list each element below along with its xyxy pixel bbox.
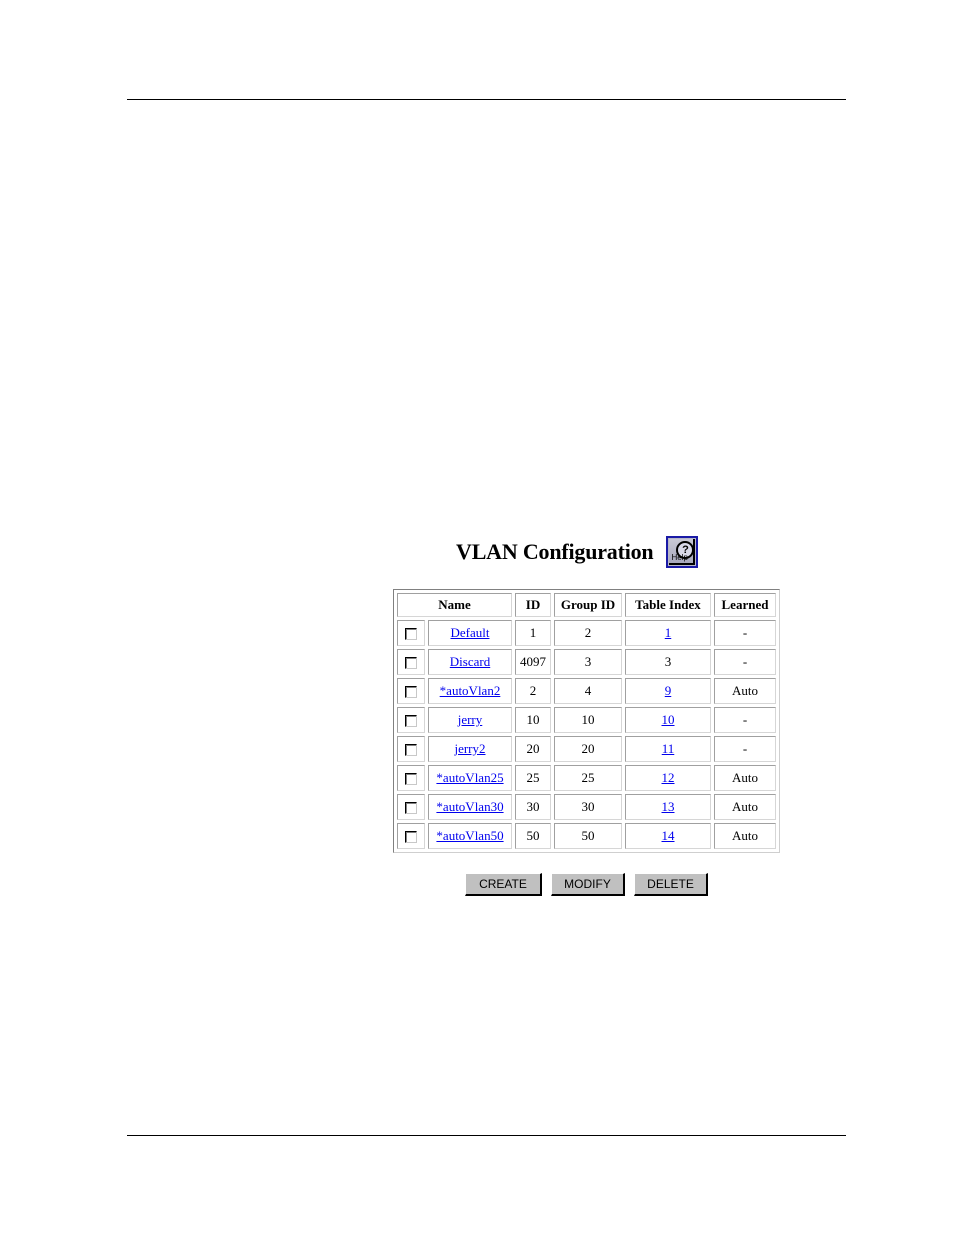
footer-rule bbox=[127, 1135, 846, 1136]
header-group-id: Group ID bbox=[554, 593, 622, 617]
select-cell bbox=[397, 765, 425, 791]
vlan-name-link[interactable]: Discard bbox=[450, 654, 490, 669]
help-button[interactable]: ? Help bbox=[666, 536, 699, 568]
row-select-checkbox[interactable] bbox=[405, 831, 417, 844]
modify-button[interactable]: MODIFY bbox=[551, 873, 625, 896]
table-index-link[interactable]: 10 bbox=[662, 712, 675, 727]
select-cell bbox=[397, 649, 425, 675]
table-index-cell: 12 bbox=[625, 765, 711, 791]
name-cell: *autoVlan25 bbox=[428, 765, 512, 791]
header-id: ID bbox=[515, 593, 551, 617]
row-select-checkbox[interactable] bbox=[405, 657, 417, 670]
table-index-cell: 14 bbox=[625, 823, 711, 849]
group-id-cell: 20 bbox=[554, 736, 622, 762]
header-rule bbox=[127, 99, 846, 100]
learned-cell: Auto bbox=[714, 678, 776, 704]
table-index-cell: 3 bbox=[625, 649, 711, 675]
table-index-cell: 11 bbox=[625, 736, 711, 762]
help-label: Help bbox=[671, 553, 688, 562]
vlan-table: Name ID Group ID Table Index Learned Def… bbox=[393, 589, 780, 853]
vlan-name-link[interactable]: *autoVlan50 bbox=[436, 828, 503, 843]
name-cell: Default bbox=[428, 620, 512, 646]
learned-cell: - bbox=[714, 707, 776, 733]
table-row: *autoVlan50 50 50 14 Auto bbox=[397, 823, 776, 849]
action-buttons: CREATE MODIFY DELETE bbox=[465, 873, 708, 896]
learned-cell: - bbox=[714, 620, 776, 646]
row-select-checkbox[interactable] bbox=[405, 715, 417, 728]
table-index-link[interactable]: 1 bbox=[665, 625, 672, 640]
table-index-link[interactable]: 12 bbox=[662, 770, 675, 785]
table-index-link[interactable]: 14 bbox=[662, 828, 675, 843]
row-select-checkbox[interactable] bbox=[405, 744, 417, 757]
vlan-name-link[interactable]: jerry bbox=[458, 712, 483, 727]
table-row: jerry2 20 20 11 - bbox=[397, 736, 776, 762]
header-table-index: Table Index bbox=[625, 593, 711, 617]
table-index-cell: 13 bbox=[625, 794, 711, 820]
row-select-checkbox[interactable] bbox=[405, 686, 417, 699]
vlan-name-link[interactable]: *autoVlan30 bbox=[436, 799, 503, 814]
id-cell: 50 bbox=[515, 823, 551, 849]
table-row: *autoVlan25 25 25 12 Auto bbox=[397, 765, 776, 791]
group-id-cell: 2 bbox=[554, 620, 622, 646]
group-id-cell: 4 bbox=[554, 678, 622, 704]
table-row: jerry 10 10 10- bbox=[397, 707, 776, 733]
table-index-value: 3 bbox=[664, 654, 672, 669]
id-cell: 2 bbox=[515, 678, 551, 704]
learned-cell: - bbox=[714, 649, 776, 675]
table-row: Discard 4097 3 3- bbox=[397, 649, 776, 675]
group-id-cell: 50 bbox=[554, 823, 622, 849]
id-cell: 1 bbox=[515, 620, 551, 646]
page-title: VLAN Configuration bbox=[456, 539, 654, 564]
name-cell: Discard bbox=[428, 649, 512, 675]
id-cell: 4097 bbox=[515, 649, 551, 675]
select-cell bbox=[397, 620, 425, 646]
name-cell: *autoVlan2 bbox=[428, 678, 512, 704]
learned-cell: Auto bbox=[714, 823, 776, 849]
table-row: *autoVlan30 30 30 13 Auto bbox=[397, 794, 776, 820]
id-cell: 20 bbox=[515, 736, 551, 762]
title-area: VLAN Configuration ? Help bbox=[456, 536, 699, 568]
name-cell: *autoVlan30 bbox=[428, 794, 512, 820]
group-id-cell: 3 bbox=[554, 649, 622, 675]
table-row: *autoVlan2 2 4 9 Auto bbox=[397, 678, 776, 704]
id-cell: 10 bbox=[515, 707, 551, 733]
name-cell: *autoVlan50 bbox=[428, 823, 512, 849]
select-cell bbox=[397, 736, 425, 762]
learned-cell: - bbox=[714, 736, 776, 762]
vlan-name-link[interactable]: jerry2 bbox=[454, 741, 485, 756]
name-cell: jerry bbox=[428, 707, 512, 733]
vlan-name-link[interactable]: *autoVlan2 bbox=[440, 683, 501, 698]
group-id-cell: 30 bbox=[554, 794, 622, 820]
id-cell: 30 bbox=[515, 794, 551, 820]
group-id-cell: 25 bbox=[554, 765, 622, 791]
table-index-link[interactable]: 9 bbox=[665, 683, 672, 698]
select-cell bbox=[397, 823, 425, 849]
learned-cell: Auto bbox=[714, 794, 776, 820]
delete-button[interactable]: DELETE bbox=[634, 873, 708, 896]
create-button[interactable]: CREATE bbox=[465, 873, 542, 896]
table-index-cell: 10 bbox=[625, 707, 711, 733]
table-row: Default 1 2 1- bbox=[397, 620, 776, 646]
name-cell: jerry2 bbox=[428, 736, 512, 762]
header-name: Name bbox=[397, 593, 512, 617]
header-learned: Learned bbox=[714, 593, 776, 617]
row-select-checkbox[interactable] bbox=[405, 628, 417, 641]
vlan-name-link[interactable]: *autoVlan25 bbox=[436, 770, 503, 785]
table-index-cell: 9 bbox=[625, 678, 711, 704]
select-cell bbox=[397, 794, 425, 820]
vlan-name-link[interactable]: Default bbox=[451, 625, 490, 640]
row-select-checkbox[interactable] bbox=[405, 773, 417, 786]
select-cell bbox=[397, 707, 425, 733]
group-id-cell: 10 bbox=[554, 707, 622, 733]
table-index-link[interactable]: 13 bbox=[662, 799, 675, 814]
row-select-checkbox[interactable] bbox=[405, 802, 417, 815]
id-cell: 25 bbox=[515, 765, 551, 791]
table-header-row: Name ID Group ID Table Index Learned bbox=[397, 593, 776, 617]
table-index-cell: 1 bbox=[625, 620, 711, 646]
table-index-link[interactable]: 11 bbox=[662, 741, 675, 756]
learned-cell: Auto bbox=[714, 765, 776, 791]
select-cell bbox=[397, 678, 425, 704]
